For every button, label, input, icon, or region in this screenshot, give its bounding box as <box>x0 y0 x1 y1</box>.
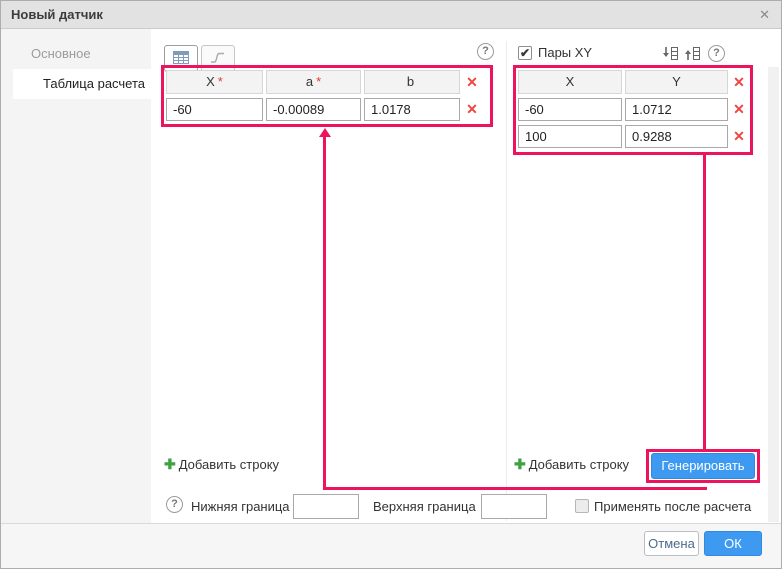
pairs-xy-label: Пары XY <box>538 45 593 60</box>
delete-row-icon[interactable]: ✕ <box>731 125 747 148</box>
delete-row-icon[interactable]: ✕ <box>731 98 747 121</box>
delete-row-icon[interactable]: ✕ <box>463 98 481 121</box>
generate-button[interactable]: Генерировать <box>651 453 755 479</box>
main-content: ? X* a* b ✕ ✕ ✚ Добавить строку ✔ Пары X… <box>151 29 781 525</box>
add-row-link-calc[interactable]: ✚ Добавить строку <box>164 455 279 474</box>
required-asterisk: * <box>316 74 322 89</box>
cancel-button[interactable]: Отмена <box>644 531 699 556</box>
dialog-footer: Отмена ОК <box>1 523 781 568</box>
annotation-line-horizontal <box>323 487 707 490</box>
plus-icon: ✚ <box>514 456 526 472</box>
close-icon[interactable]: ✕ <box>759 1 770 28</box>
sidebar-item-calc-table[interactable]: Таблица расчета <box>13 69 151 99</box>
add-row-label: Добавить строку <box>528 457 630 472</box>
pairs-y-input-row2[interactable] <box>625 125 728 148</box>
header-label: X <box>206 74 215 89</box>
sidebar-item-main[interactable]: Основное <box>1 39 151 69</box>
delete-columns-icon[interactable]: ✕ <box>463 71 481 94</box>
help-icon-bounds[interactable]: ? <box>166 496 183 513</box>
header-label: a <box>305 74 314 89</box>
add-row-link-pairs[interactable]: ✚ Добавить строку <box>514 455 629 474</box>
delete-columns-icon[interactable]: ✕ <box>731 71 747 94</box>
upper-bound-input[interactable] <box>481 494 547 519</box>
calc-a-input[interactable] <box>266 98 361 121</box>
lower-bound-label: Нижняя граница <box>191 499 290 514</box>
ok-button[interactable]: ОК <box>704 531 762 556</box>
pairs-y-input-row1[interactable] <box>625 98 728 121</box>
calc-x-input[interactable] <box>166 98 263 121</box>
add-row-label: Добавить строку <box>178 457 280 472</box>
pairs-toolbar: ? <box>661 45 725 62</box>
help-icon-pairs[interactable]: ? <box>708 45 725 62</box>
help-icon-calc[interactable]: ? <box>477 43 494 60</box>
required-asterisk: * <box>217 74 223 89</box>
pairs-col-header-y: Y <box>625 70 728 94</box>
calc-col-header-a: a * <box>266 70 361 94</box>
plus-icon: ✚ <box>164 456 176 472</box>
apply-after-calc-checkbox[interactable] <box>575 499 589 513</box>
annotation-line-vertical-left <box>323 136 326 487</box>
calc-table: X* a* b ✕ ✕ <box>166 70 481 121</box>
pairs-x-input-row2[interactable] <box>518 125 622 148</box>
pairs-checkbox-row: ✔ Пары XY <box>518 45 592 61</box>
annotation-arrowhead-up <box>319 128 331 137</box>
view-toggle-group <box>164 45 235 72</box>
scrollbar-track[interactable] <box>768 67 779 522</box>
apply-after-calc-label: Применять после расчета <box>594 499 752 514</box>
sidebar: Основное Таблица расчета <box>1 29 151 525</box>
export-rows-icon[interactable] <box>683 46 702 62</box>
upper-bound-label: Верхняя граница <box>373 499 476 514</box>
pairs-xy-checkbox[interactable]: ✔ <box>518 46 532 60</box>
curve-chart-icon <box>210 51 226 67</box>
dialog-title: Новый датчик <box>11 7 103 22</box>
calc-col-header-x: X * <box>166 70 263 94</box>
annotation-line-vertical-right <box>703 155 706 449</box>
calc-col-header-b: b <box>364 70 460 94</box>
new-sensor-dialog: Новый датчик ✕ Основное Таблица расчета <box>0 0 782 569</box>
pairs-table: X Y ✕ ✕ ✕ <box>518 70 747 148</box>
calc-b-input[interactable] <box>364 98 460 121</box>
pairs-x-input-row1[interactable] <box>518 98 622 121</box>
table-view-button[interactable] <box>164 45 198 72</box>
header-label: b <box>406 74 415 89</box>
table-grid-icon <box>173 50 189 67</box>
import-rows-icon[interactable] <box>661 46 680 62</box>
chart-view-button[interactable] <box>201 45 235 72</box>
panel-divider <box>506 41 507 521</box>
pairs-col-header-x: X <box>518 70 622 94</box>
lower-bound-input[interactable] <box>293 494 359 519</box>
dialog-titlebar: Новый датчик ✕ <box>1 1 781 29</box>
